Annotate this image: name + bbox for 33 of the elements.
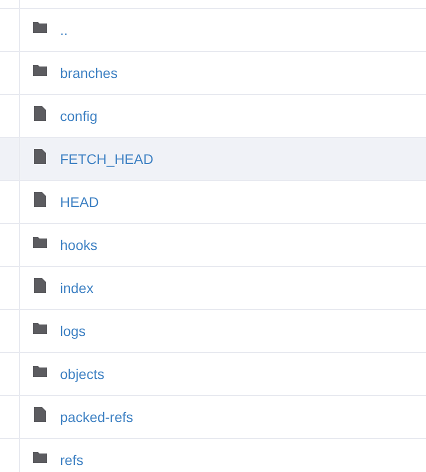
file-icon [34,192,46,206]
file-row[interactable]: refs [0,438,426,472]
file-link[interactable]: hooks [60,234,98,256]
file-row[interactable]: logs [0,309,426,352]
folder-icon [33,322,47,334]
file-link[interactable]: FETCH_HEAD [60,148,154,170]
folder-icon [33,236,47,248]
file-row[interactable]: branches [0,51,426,94]
file-link[interactable]: index [60,278,94,298]
file-link[interactable]: objects [60,364,104,384]
file-row[interactable]: .. [0,8,426,51]
file-icon [34,148,46,164]
file-link[interactable]: config [60,106,98,126]
file-row[interactable]: config [0,94,426,137]
folder-icon [33,366,47,376]
file-row[interactable]: index [0,266,426,309]
file-row[interactable]: FETCH_HEAD [0,137,426,180]
folder-icon [33,64,47,76]
file-icon [34,106,46,120]
file-link[interactable]: HEAD [60,192,99,212]
file-link[interactable]: branches [60,62,118,84]
file-row[interactable]: hooks [0,223,426,266]
file-link[interactable]: .. [60,20,68,40]
folder-icon [33,452,47,462]
file-row[interactable]: packed-refs [0,395,426,438]
file-row[interactable]: HEAD [0,180,426,223]
folder-icon [33,22,47,32]
file-icon [34,278,46,292]
file-icon [34,406,46,422]
file-link[interactable]: packed-refs [60,406,134,428]
file-row[interactable]: objects [0,352,426,395]
file-link[interactable]: refs [60,450,84,470]
file-link[interactable]: logs [60,320,86,342]
